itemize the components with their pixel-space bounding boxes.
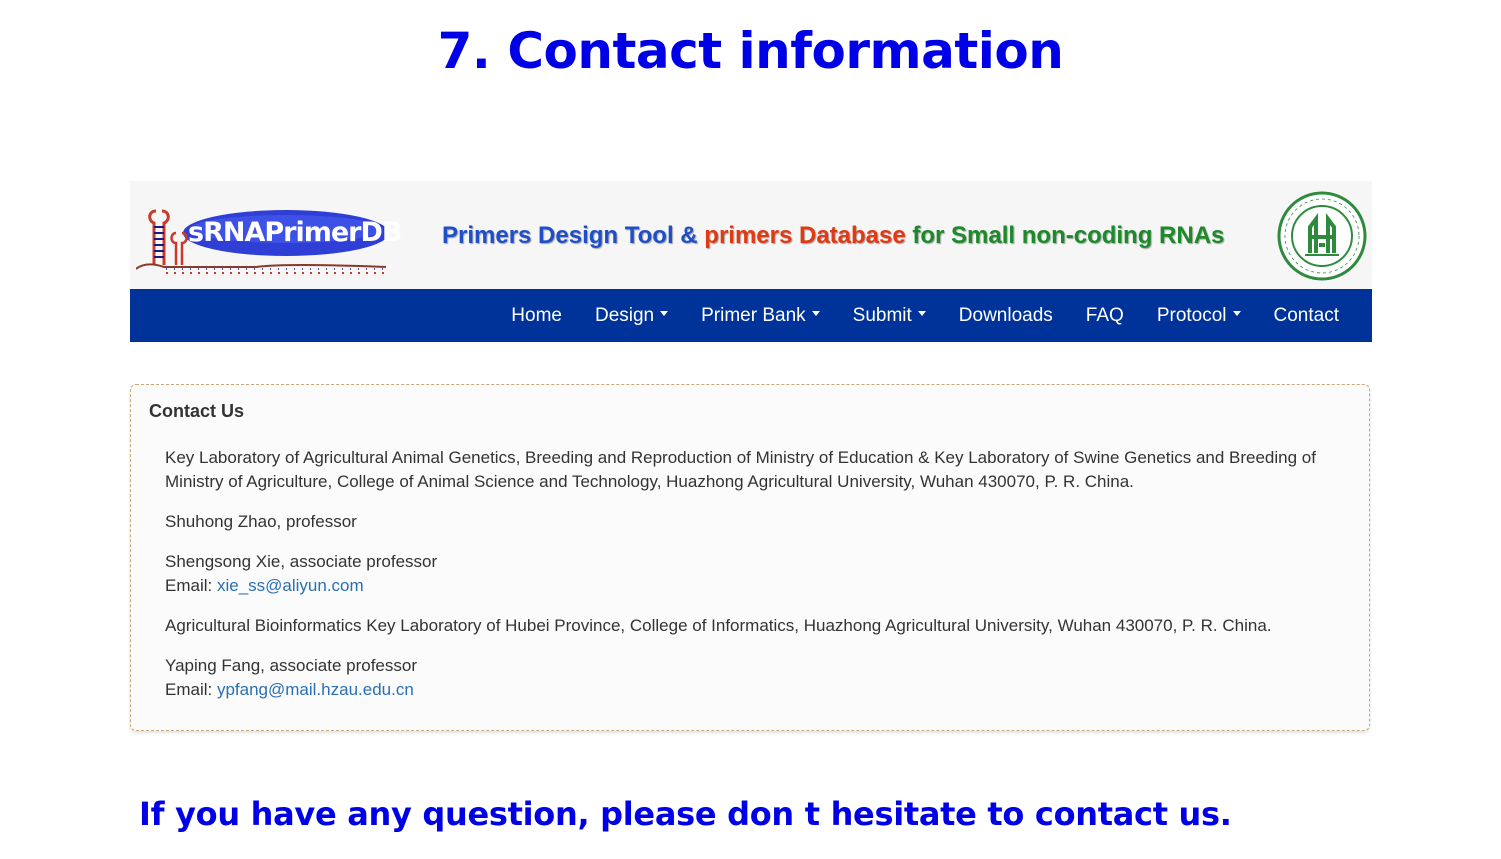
website-screenshot: sRNAPrimerDB Primers Design Tool & prime…	[130, 181, 1372, 342]
nav-item-label: Home	[511, 304, 562, 326]
contact-body: Key Laboratory of Agricultural Animal Ge…	[165, 446, 1355, 718]
person-zhao: Shuhong Zhao, professor	[165, 512, 357, 531]
nav-item-faq[interactable]: FAQ	[1086, 305, 1124, 327]
site-tagline: Primers Design Tool & primers Database f…	[442, 222, 1224, 250]
nav-item-contact[interactable]: Contact	[1274, 305, 1339, 327]
lab2-address: Agricultural Bioinformatics Key Laborato…	[165, 616, 1272, 635]
nav-item-primer-bank[interactable]: Primer Bank	[701, 305, 820, 327]
nav-items: Home Design Primer Bank Submit Downloads FAQ P…	[478, 289, 1339, 342]
nav-item-label: Primer Bank	[701, 304, 806, 326]
nav-item-label: Submit	[852, 304, 912, 326]
caret-down-icon	[660, 310, 669, 316]
contact-fang: Yaping Fang, associate professor Email: …	[165, 654, 1355, 702]
site-banner: sRNAPrimerDB Primers Design Tool & prime…	[130, 181, 1372, 289]
nav-item-protocol[interactable]: Protocol	[1157, 305, 1241, 327]
university-seal-icon	[1277, 191, 1367, 281]
email-label: Email:	[165, 576, 213, 595]
caret-down-icon	[1232, 310, 1241, 316]
email-label: Email:	[165, 680, 213, 699]
srnaprimerdb-logo[interactable]: sRNAPrimerDB	[135, 203, 402, 279]
nav-item-home[interactable]: Home	[511, 305, 562, 327]
slide-title: 7. Contact information	[437, 22, 1064, 80]
logo-text: sRNAPrimerDB	[188, 217, 402, 248]
tagline-part2: primers Database	[704, 222, 906, 249]
caret-down-icon	[917, 310, 926, 316]
footer-note: If you have any question, please don t h…	[139, 795, 1232, 833]
main-navbar: Home Design Primer Bank Submit Downloads FAQ P…	[130, 289, 1372, 342]
nav-item-label: Design	[594, 304, 655, 326]
lab1-address: Key Laboratory of Agricultural Animal Ge…	[165, 448, 1316, 491]
email-link-xie[interactable]: xie_ss@aliyun.com	[217, 576, 364, 595]
nav-item-label: FAQ	[1085, 304, 1124, 326]
nav-item-downloads[interactable]: Downloads	[959, 305, 1053, 327]
nav-item-submit[interactable]: Submit	[853, 305, 926, 327]
tagline-part1: Primers Design Tool &	[442, 222, 698, 249]
contact-panel: Contact Us Key Laboratory of Agricultura…	[130, 384, 1370, 731]
tagline-part3: for Small non-coding RNAs	[912, 222, 1225, 249]
nav-item-label: Contact	[1273, 304, 1339, 326]
email-link-fang[interactable]: ypfang@mail.hzau.edu.cn	[217, 680, 414, 699]
person-xie: Shengsong Xie, associate professor	[165, 552, 438, 571]
person-fang: Yaping Fang, associate professor	[165, 656, 417, 675]
nav-item-label: Downloads	[958, 304, 1053, 326]
contact-heading: Contact Us	[149, 401, 245, 421]
nav-item-design[interactable]: Design	[594, 304, 669, 327]
caret-down-icon	[811, 310, 820, 316]
nav-item-label: Protocol	[1156, 304, 1227, 326]
contact-xie: Shengsong Xie, associate professor Email…	[165, 550, 1355, 598]
